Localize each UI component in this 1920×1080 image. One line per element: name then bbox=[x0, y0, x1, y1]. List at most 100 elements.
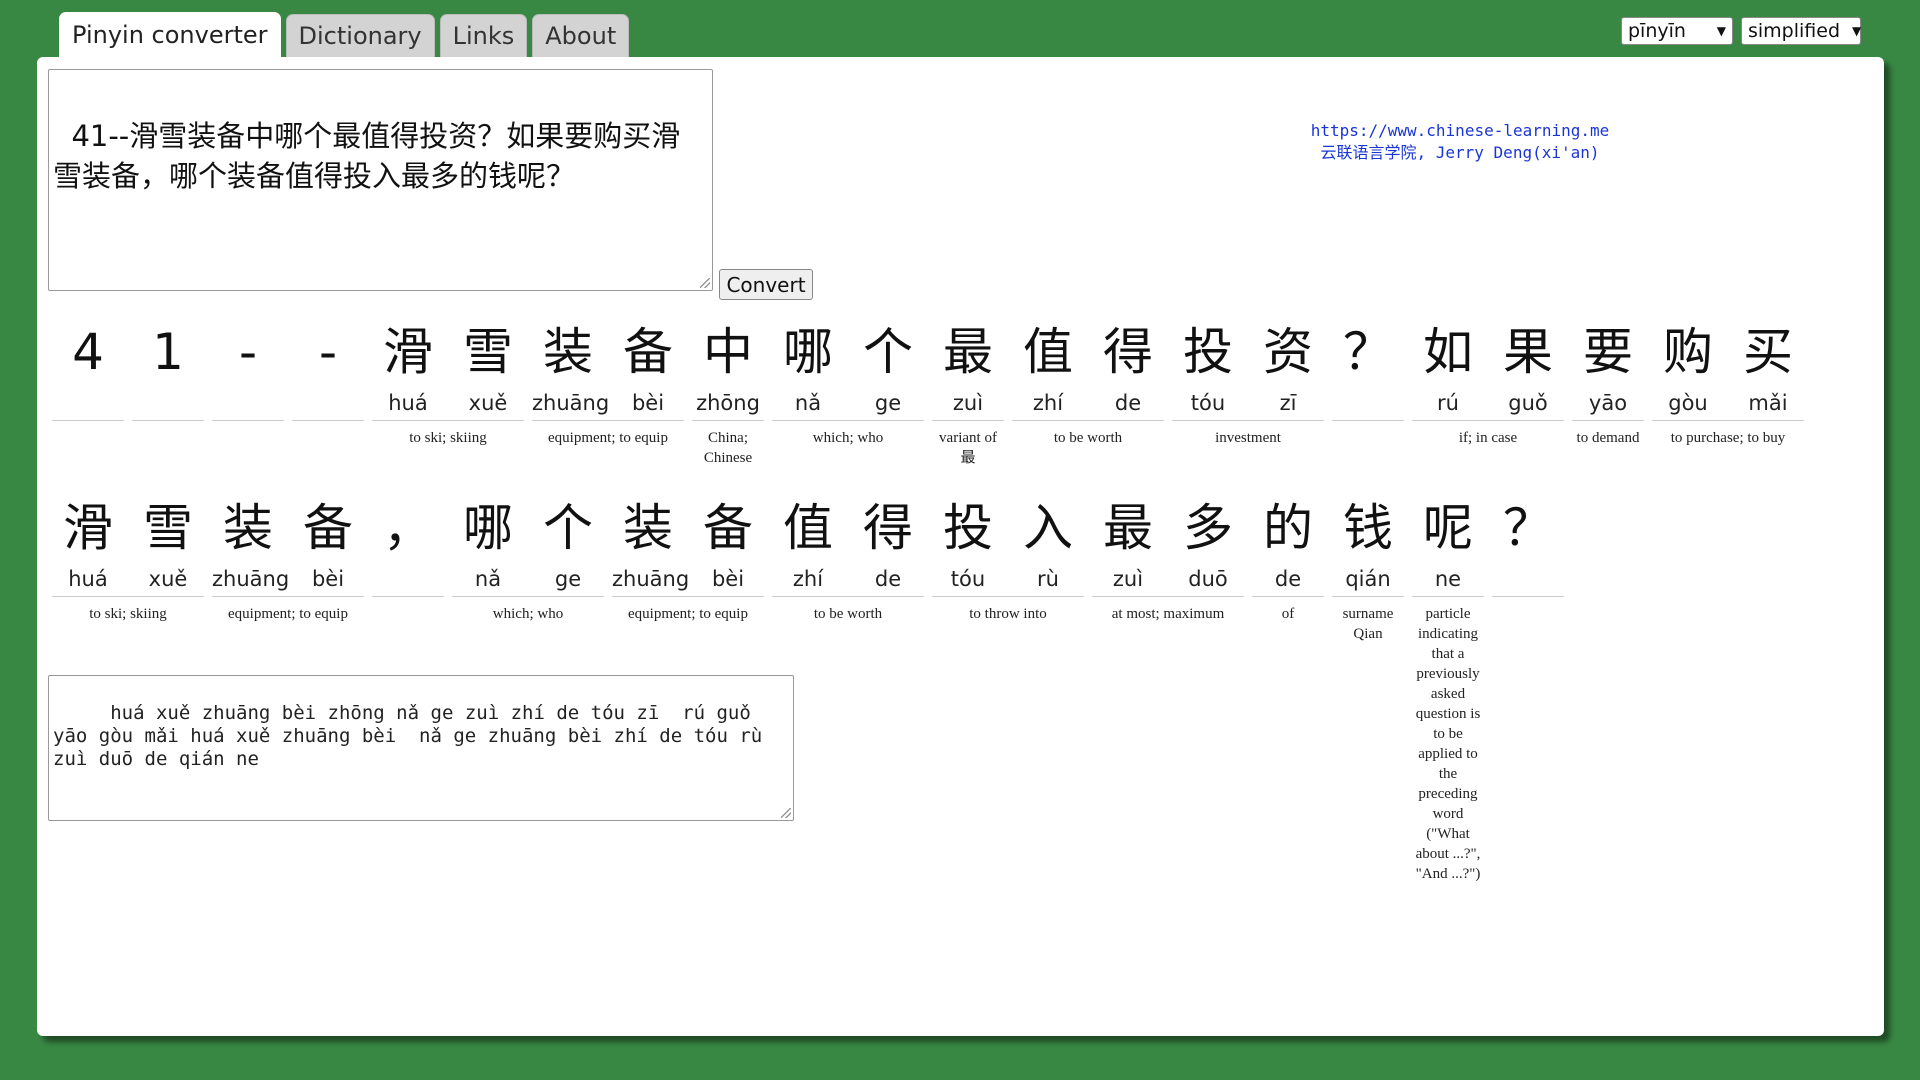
convert-button[interactable]: Convert bbox=[719, 269, 813, 300]
tone-mark-select[interactable]: pīnyīn ▼ bbox=[1621, 17, 1733, 45]
hanzi-char: 入 bbox=[1023, 499, 1073, 557]
char-column: 多 duō bbox=[1172, 494, 1244, 596]
hanzi-char: 最 bbox=[943, 323, 993, 381]
pinyin-syllable: xuě bbox=[468, 391, 508, 415]
char-column: 呢 ne bbox=[1412, 494, 1484, 596]
pinyin-syllable: zhuāng bbox=[212, 567, 290, 591]
pinyin-syllable: zhuāng bbox=[612, 567, 690, 591]
tab-pinyin-converter[interactable]: Pinyin converter bbox=[59, 12, 281, 57]
pinyin-syllable: zuì bbox=[952, 391, 984, 415]
script-select[interactable]: simplified ▼ bbox=[1741, 17, 1861, 45]
word-cell: 要 yāo to demand bbox=[1572, 318, 1644, 468]
hanzi-char: 果 bbox=[1503, 323, 1553, 381]
word-cell: 哪 nǎ 个 ge which; who bbox=[772, 318, 924, 468]
resize-grip-icon[interactable] bbox=[700, 278, 710, 288]
word-chars: 中 zhōng bbox=[692, 318, 764, 420]
char-column: 资 zī bbox=[1252, 318, 1324, 420]
word-cell: - bbox=[292, 318, 364, 468]
pinyin-syllable: zhuāng bbox=[532, 391, 610, 415]
word-chars: ， bbox=[372, 494, 444, 596]
pinyin-syllable: mǎi bbox=[1748, 391, 1788, 415]
word-definition: which; who bbox=[812, 430, 884, 446]
hanzi-char: 钱 bbox=[1343, 499, 1393, 557]
hanzi-char: 得 bbox=[863, 499, 913, 557]
char-column: 的 de bbox=[1252, 494, 1324, 596]
word-definition: to ski; skiing bbox=[89, 606, 167, 622]
tab-dictionary[interactable]: Dictionary bbox=[285, 14, 435, 57]
hanzi-char: 资 bbox=[1263, 323, 1313, 381]
resize-grip-icon[interactable] bbox=[781, 808, 791, 818]
hanzi-char: 滑 bbox=[63, 499, 113, 557]
word-chars: 最 zuì bbox=[932, 318, 1004, 420]
char-column: ， bbox=[372, 494, 444, 596]
word-chars: - bbox=[292, 318, 364, 420]
word-cell: - bbox=[212, 318, 284, 468]
word-chars: 投 tóu 入 rù bbox=[932, 494, 1084, 596]
chevron-down-icon: ▼ bbox=[1716, 24, 1726, 38]
char-column: 备 bèi bbox=[692, 494, 764, 596]
char-column: 购 gòu bbox=[1652, 318, 1724, 420]
word-definition: if; in case bbox=[1458, 430, 1518, 446]
word-underline bbox=[612, 596, 764, 597]
pinyin-syllable: de bbox=[874, 567, 902, 591]
hanzi-char: 备 bbox=[703, 499, 753, 557]
char-column: 备 bèi bbox=[612, 318, 684, 420]
pinyin-syllable: yāo bbox=[1588, 391, 1628, 415]
pinyin-syllable: xuě bbox=[148, 567, 188, 591]
pinyin-syllable: nǎ bbox=[794, 391, 822, 415]
pinyin-syllable: rú bbox=[1437, 391, 1459, 415]
char-column: 备 bèi bbox=[292, 494, 364, 596]
pinyin-syllable: ne bbox=[1434, 567, 1462, 591]
word-cell: 如 rú 果 guǒ if; in case bbox=[1412, 318, 1564, 468]
credit-author: 云联语言学院, Jerry Deng(xi'an) bbox=[1320, 143, 1600, 162]
word-cell: 装 zhuāng 备 bèi equipment; to equip bbox=[532, 318, 684, 468]
hanzi-char: 的 bbox=[1263, 499, 1313, 557]
word-chars: 最 zuì 多 duō bbox=[1092, 494, 1244, 596]
word-chars: 值 zhí 得 de bbox=[1012, 318, 1164, 420]
word-underline bbox=[772, 596, 924, 597]
word-definition: which; who bbox=[492, 606, 564, 622]
options-bar: pīnyīn ▼ simplified ▼ bbox=[1621, 17, 1861, 45]
word-definition: to purchase; to buy bbox=[1670, 430, 1786, 446]
pinyin-syllable: tóu bbox=[1190, 391, 1226, 415]
word-chars: 投 tóu 资 zī bbox=[1172, 318, 1324, 420]
word-underline bbox=[52, 596, 204, 597]
word-underline bbox=[932, 420, 1004, 421]
chinese-input-textarea[interactable]: 41--滑雪装备中哪个最值得投资？如果要购买滑雪装备，哪个装备值得投入最多的钱呢… bbox=[48, 69, 713, 291]
site-url-link[interactable]: https://www.chinese-learning.me bbox=[1290, 120, 1630, 142]
word-cell: ？ bbox=[1332, 318, 1404, 468]
word-cell: 购 gòu 买 mǎi to purchase; to buy bbox=[1652, 318, 1804, 468]
char-column: 滑 huá bbox=[372, 318, 444, 420]
word-chars: 滑 huá 雪 xuě bbox=[52, 494, 204, 596]
word-underline bbox=[1172, 420, 1324, 421]
word-underline bbox=[292, 420, 364, 421]
word-underline bbox=[132, 420, 204, 421]
pinyin-syllable: zhí bbox=[792, 567, 824, 591]
pinyin-syllable: tóu bbox=[950, 567, 986, 591]
word-cell: 值 zhí 得 de to be worth bbox=[772, 494, 924, 884]
word-underline bbox=[692, 420, 764, 421]
hanzi-char: - bbox=[318, 323, 338, 381]
char-column: 个 ge bbox=[532, 494, 604, 596]
hanzi-char: 装 bbox=[623, 499, 673, 557]
tab-about[interactable]: About bbox=[532, 14, 630, 57]
word-definition: to ski; skiing bbox=[409, 430, 487, 446]
pinyin-output-textarea[interactable]: huá xuě zhuāng bèi zhōng nǎ ge zuì zhí d… bbox=[48, 675, 794, 821]
char-column: 买 mǎi bbox=[1732, 318, 1804, 420]
word-chars: - bbox=[212, 318, 284, 420]
hanzi-char: 1 bbox=[152, 323, 184, 381]
word-chars: 装 zhuāng 备 bèi bbox=[532, 318, 684, 420]
hanzi-char: 要 bbox=[1583, 323, 1633, 381]
word-underline bbox=[212, 596, 364, 597]
char-column: 得 de bbox=[1092, 318, 1164, 420]
word-underline bbox=[372, 596, 444, 597]
word-chars: 呢 ne bbox=[1412, 494, 1484, 596]
word-definition: surname Qian bbox=[1342, 606, 1394, 642]
pinyin-syllable bbox=[292, 386, 364, 420]
hanzi-char: 哪 bbox=[463, 499, 513, 557]
char-column: 最 zuì bbox=[1092, 494, 1164, 596]
pinyin-syllable: zhí bbox=[1032, 391, 1064, 415]
word-definition: investment bbox=[1215, 430, 1281, 446]
hanzi-char: 哪 bbox=[783, 323, 833, 381]
tab-links[interactable]: Links bbox=[439, 14, 528, 57]
